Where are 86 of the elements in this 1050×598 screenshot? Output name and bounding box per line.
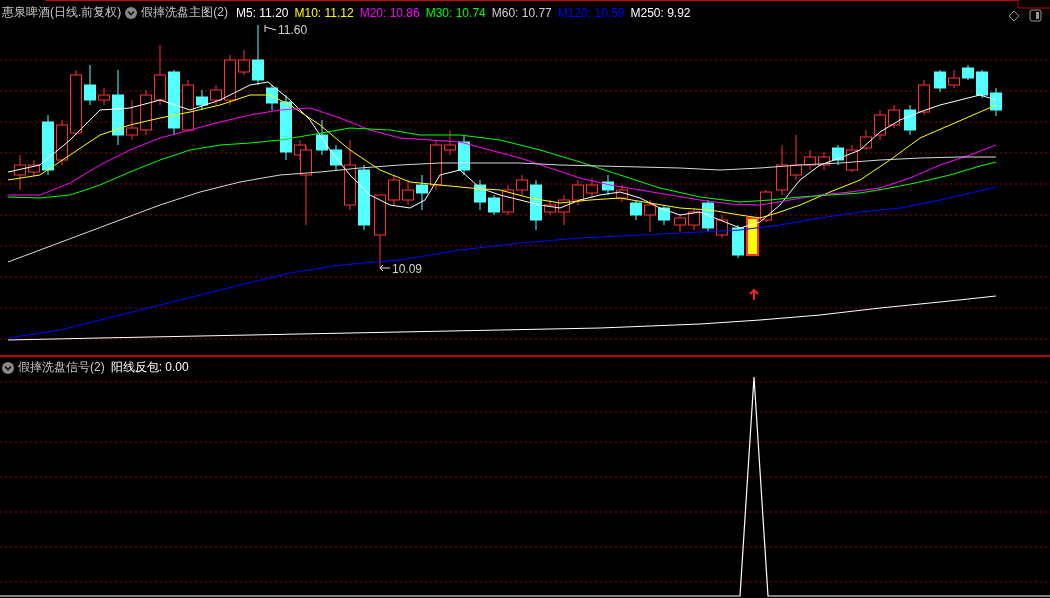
candlestick [224, 54, 236, 106]
candlestick [252, 24, 264, 86]
indicator-readout: 阳线反包: 0.00 [110, 359, 189, 376]
candlestick [358, 164, 370, 231]
candlestick [818, 151, 830, 171]
candlestick [918, 79, 930, 116]
candlestick [444, 129, 456, 156]
candlestick [488, 194, 500, 216]
candlestick [14, 154, 26, 191]
candlestick [658, 204, 670, 226]
leader-line [264, 24, 277, 33]
candlestick [558, 194, 570, 226]
candlestick [458, 134, 470, 176]
candlestick [990, 87, 1002, 117]
candlestick [98, 87, 110, 106]
candlestick [126, 99, 138, 141]
moving-average-value: M20: 10.86 [359, 5, 420, 20]
moving-average-value: M120: 10.59 [557, 5, 625, 20]
moving-average-value: M10: 11.12 [294, 5, 354, 20]
candlestick [790, 134, 802, 181]
candlestick [140, 89, 152, 136]
moving-average-value: M60: 10.77 [491, 5, 552, 20]
candlestick [416, 174, 428, 211]
candlestick [182, 79, 194, 133]
candlestick [168, 69, 180, 136]
panel-toggle-icon[interactable] [1029, 9, 1042, 22]
stock-title: 惠泉啤酒(日线.前复权) [2, 4, 122, 21]
candlestick [732, 224, 744, 259]
candlestick [934, 69, 946, 93]
candlestick [630, 199, 642, 221]
candlestick [948, 69, 960, 89]
candlestick [266, 84, 278, 111]
candlestick [430, 139, 442, 191]
candlestick [702, 199, 714, 233]
moving-average-value: M5: 11.20 [236, 5, 289, 20]
candlestick [238, 49, 250, 76]
candlestick [84, 64, 96, 106]
candlestick [280, 94, 292, 161]
candlestick [210, 84, 222, 106]
candlestick [28, 159, 40, 177]
candlestick [516, 174, 528, 196]
candlestick [70, 69, 82, 136]
price-label: 11.60 [278, 23, 308, 37]
moving-average-value: M30: 10.74 [425, 5, 486, 20]
candlestick [602, 174, 614, 196]
candlestick [154, 44, 166, 106]
candlestick [402, 179, 414, 206]
candlestick [502, 184, 514, 216]
candlestick [776, 144, 788, 196]
up-arrow-icon [749, 288, 759, 301]
candlestick [716, 214, 728, 239]
candlestick [196, 89, 208, 111]
candlestick [832, 144, 844, 166]
moving-average-value: M250: 9.92 [630, 5, 691, 20]
candlestick [688, 207, 700, 231]
highlighted-candle [746, 217, 759, 256]
dropdown-icon[interactable] [125, 6, 138, 19]
candlestick [330, 144, 342, 171]
candlestick [616, 184, 628, 203]
candlestick [962, 64, 974, 81]
candlestick [530, 179, 542, 231]
candlestick [804, 149, 816, 171]
candlestick [56, 119, 68, 166]
candlestick [572, 179, 584, 206]
candlestick [544, 199, 556, 216]
candlestick [904, 104, 916, 136]
indicator-name: 假摔洗盘主图(2) [141, 4, 228, 21]
leader-line [379, 264, 391, 272]
indicator-name: 假摔洗盘信号(2) [18, 359, 105, 376]
candlestick [586, 177, 598, 199]
candlestick [760, 189, 772, 223]
candlestick [860, 129, 872, 151]
diamond-icon[interactable] [1008, 9, 1020, 22]
price-label: 10.09 [392, 262, 423, 276]
dropdown-icon[interactable] [2, 361, 14, 374]
candlestick [674, 214, 686, 233]
candlestick [388, 174, 400, 206]
candlestick [316, 119, 328, 156]
candlestick [874, 109, 886, 141]
candlestick [344, 139, 356, 211]
candlestick [474, 179, 486, 211]
candlestick [42, 114, 54, 176]
candlestick [644, 199, 656, 233]
candlestick [888, 104, 900, 129]
candlestick [976, 69, 988, 99]
candlestick [846, 144, 858, 173]
